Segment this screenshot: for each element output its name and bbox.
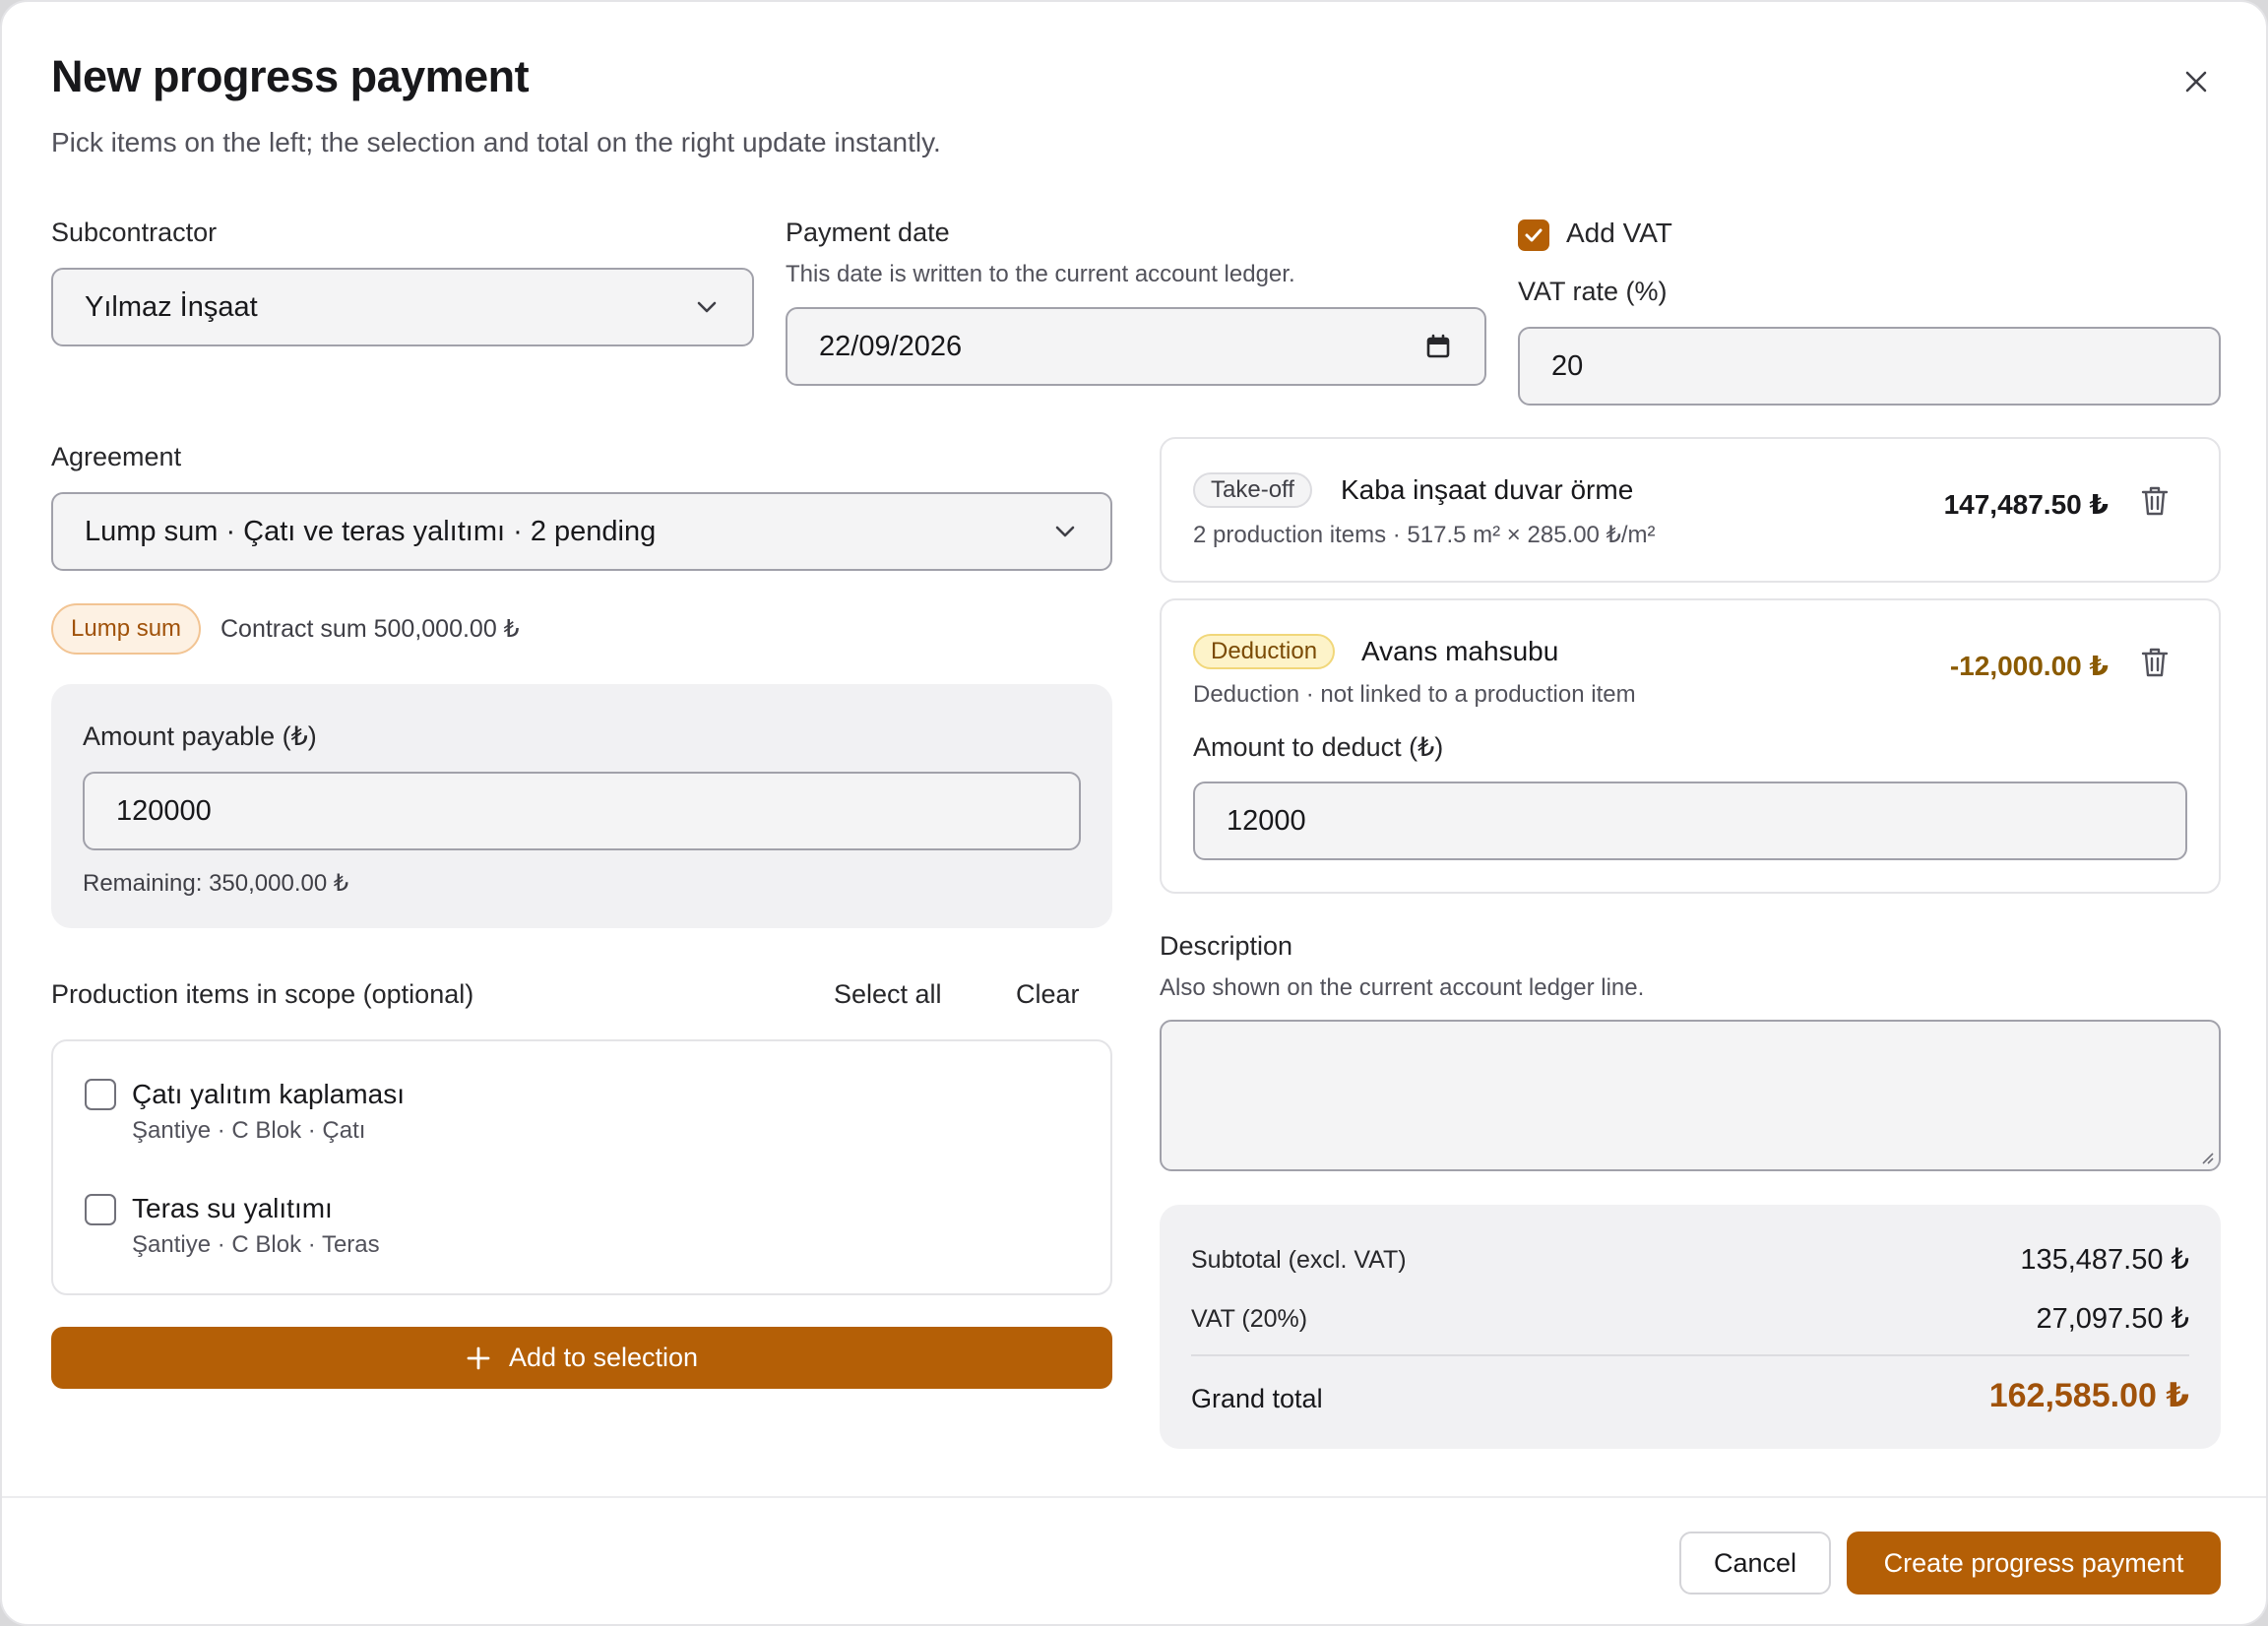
amount-payable-label: Amount payable (₺)	[83, 721, 317, 751]
plus-icon	[467, 1346, 490, 1369]
footer-divider	[2, 1496, 2266, 1498]
cancel-button[interactable]: Cancel	[1679, 1532, 1831, 1595]
description-hint: Also shown on the current account ledger…	[1160, 974, 1645, 1001]
grand-total-label: Grand total	[1191, 1384, 1323, 1413]
agreement-label: Agreement	[51, 442, 182, 471]
grand-total-value: 162,585.00 ₺	[1988, 1377, 2189, 1414]
summary-divider	[1191, 1354, 2189, 1356]
production-item-subtitle: Şantiye · C Blok · Çatı	[132, 1117, 366, 1144]
resize-handle-icon[interactable]	[2199, 1150, 2215, 1165]
production-item-title: Çatı yalıtım kaplaması	[132, 1079, 405, 1109]
production-items-header: Production items in scope (optional)	[51, 979, 474, 1009]
deduction-amount: -12,000.00 ₺	[1949, 651, 2109, 681]
agreement-type-badge: Lump sum	[51, 603, 202, 655]
deduction-input-label: Amount to deduct (₺)	[1193, 732, 1444, 762]
remaining-amount: Remaining: 350,000.00 ₺	[83, 870, 349, 897]
trash-icon[interactable]	[2140, 484, 2170, 523]
add-vat-label: Add VAT	[1566, 218, 1672, 248]
dialog-subtitle: Pick items on the left; the selection an…	[51, 127, 941, 157]
create-progress-payment-button[interactable]: Create progress payment	[1847, 1532, 2221, 1595]
subcontractor-value: Yılmaz İnşaat	[85, 290, 258, 323]
deduction-detail: Deduction · not linked to a production i…	[1193, 681, 1636, 708]
production-item-title: Teras su yalıtımı	[132, 1193, 333, 1223]
add-to-selection-button[interactable]: Add to selection	[51, 1327, 1112, 1389]
subcontractor-label: Subcontractor	[51, 218, 218, 247]
deduction-amount-input[interactable]: 12000	[1193, 782, 2187, 860]
production-item-checkbox[interactable]	[85, 1079, 116, 1110]
add-to-selection-label: Add to selection	[508, 1343, 699, 1372]
production-item-checkbox[interactable]	[85, 1194, 116, 1225]
chevron-down-icon	[1055, 526, 1075, 537]
description-textarea[interactable]	[1160, 1020, 2221, 1171]
deduction-title: Avans mahsubu	[1361, 636, 1559, 666]
payment-date-hint: This date is written to the current acco…	[786, 261, 1295, 287]
vat-value: 27,097.50 ₺	[2036, 1303, 2189, 1335]
payment-date-input[interactable]: 22/09/2026	[786, 307, 1486, 386]
vat-rate-label: VAT rate (%)	[1518, 277, 1668, 306]
vat-rate-input[interactable]: 20	[1518, 327, 2221, 406]
progress-payment-dialog: New progress payment Pick items on the l…	[0, 0, 2268, 1626]
agreement-select[interactable]: Lump sum · Çatı ve teras yalıtımı · 2 pe…	[51, 492, 1112, 571]
chevron-down-icon	[697, 301, 717, 313]
deduction-tag: Deduction	[1193, 634, 1336, 669]
subtotal-label: Subtotal (excl. VAT)	[1191, 1246, 1407, 1274]
amount-payable-value: 120000	[116, 794, 212, 827]
add-vat-checkbox[interactable]	[1518, 219, 1549, 251]
vat-label: VAT (20%)	[1191, 1305, 1308, 1333]
takeoff-tag: Take-off	[1193, 472, 1312, 508]
select-all-button[interactable]: Select all	[834, 979, 942, 1010]
agreement-value: Lump sum · Çatı ve teras yalıtımı · 2 pe…	[85, 515, 657, 547]
production-item-subtitle: Şantiye · C Blok · Teras	[132, 1231, 380, 1258]
payment-date-label: Payment date	[786, 218, 950, 247]
takeoff-amount: 147,487.50 ₺	[1943, 489, 2109, 520]
calendar-icon[interactable]	[1425, 334, 1451, 359]
deduction-input-value: 12000	[1227, 804, 1306, 837]
amount-payable-input[interactable]: 120000	[83, 772, 1081, 850]
subtotal-value: 135,487.50 ₺	[2020, 1244, 2189, 1276]
check-icon	[1525, 228, 1543, 242]
takeoff-title: Kaba inşaat duvar örme	[1341, 474, 1634, 505]
clear-button[interactable]: Clear	[1016, 979, 1080, 1010]
vat-rate-value: 20	[1551, 349, 1584, 382]
dialog-title: New progress payment	[51, 51, 530, 101]
close-icon[interactable]	[2181, 67, 2211, 96]
takeoff-detail: 2 production items · 517.5 m² × 285.00 ₺…	[1193, 522, 1656, 548]
subcontractor-select[interactable]: Yılmaz İnşaat	[51, 268, 754, 346]
description-label: Description	[1160, 931, 1293, 961]
trash-icon[interactable]	[2140, 646, 2170, 684]
contract-sum: Contract sum 500,000.00 ₺	[220, 615, 520, 643]
payment-date-value: 22/09/2026	[819, 330, 963, 362]
